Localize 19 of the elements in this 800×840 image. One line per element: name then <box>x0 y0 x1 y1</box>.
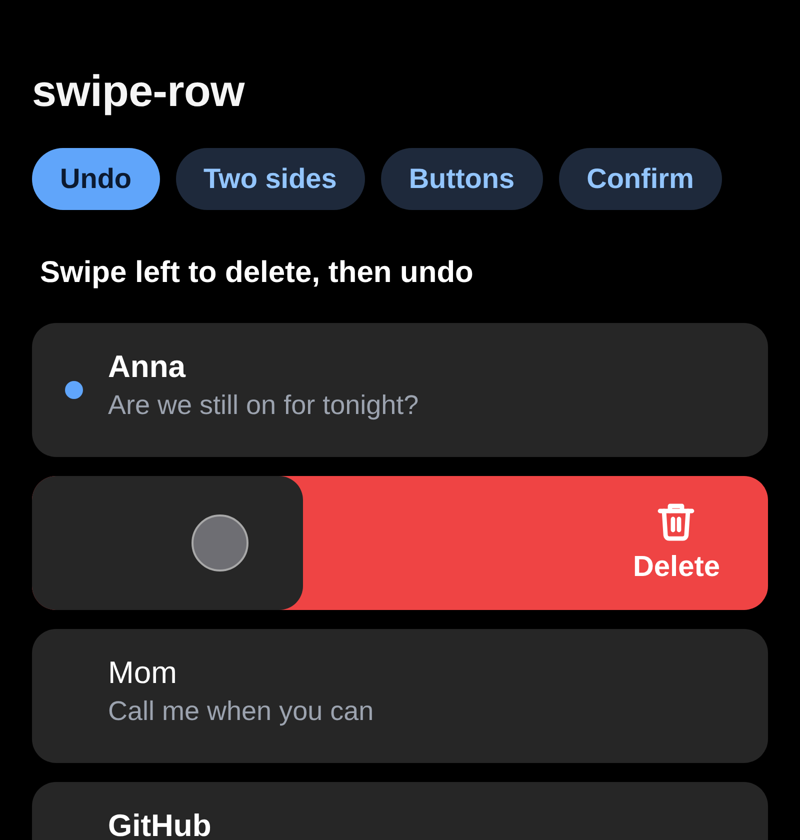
message-row[interactable]: Anna Are we still on for tonight? <box>32 323 768 457</box>
swiped-row[interactable]: Delete <box>32 476 768 610</box>
delete-action-button[interactable]: Delete <box>628 498 724 588</box>
message-row[interactable]: Mom Call me when you can <box>32 629 768 763</box>
contact-name: GitHub <box>108 812 212 840</box>
page-title: swipe-row <box>32 66 244 118</box>
instruction-text: Swipe left to delete, then undo <box>40 255 474 291</box>
message-preview: Call me when you can <box>108 695 374 728</box>
tab[interactable]: Two sides <box>176 148 365 210</box>
row-foreground[interactable] <box>32 476 303 610</box>
trash-icon <box>657 502 696 540</box>
touch-point-icon <box>191 514 249 572</box>
tab[interactable]: Undo <box>32 148 160 210</box>
tab[interactable]: Confirm <box>558 148 722 210</box>
message-preview: Are we still on for tonight? <box>108 389 419 422</box>
tab[interactable]: Buttons <box>380 148 543 210</box>
message-row[interactable]: GitHub <box>32 782 768 840</box>
contact-name: Mom <box>108 659 177 687</box>
contact-name: Anna <box>108 353 186 381</box>
